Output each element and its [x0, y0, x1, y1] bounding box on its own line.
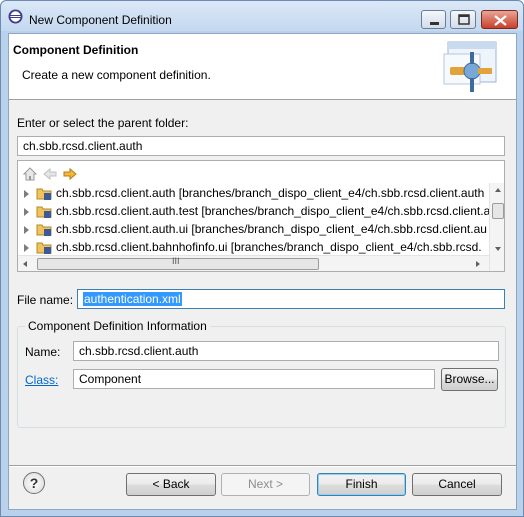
dialog-window: New Component Definition Component Defin…	[0, 0, 524, 517]
class-input[interactable]: Component	[73, 369, 435, 389]
minimize-icon	[430, 22, 439, 25]
title-bar[interactable]: New Component Definition	[1, 1, 523, 31]
expand-arrow-icon[interactable]	[24, 190, 29, 198]
forward-arrow-icon[interactable]	[62, 166, 78, 182]
page-title: Component Definition	[13, 43, 139, 57]
vertical-scroll-thumb[interactable]	[492, 203, 504, 219]
back-arrow-icon[interactable]	[42, 166, 58, 182]
project-folder-icon	[36, 188, 52, 200]
vertical-scrollbar[interactable]	[489, 183, 504, 271]
browse-button[interactable]: Browse...	[441, 368, 498, 391]
maximize-button[interactable]	[450, 10, 476, 29]
parent-folder-label: Enter or select the parent folder:	[17, 116, 189, 130]
tree-item[interactable]: ch.sbb.rcsd.client.auth.test [branches/b…	[24, 203, 490, 220]
scroll-up-icon[interactable]	[495, 188, 501, 192]
tree-item[interactable]: ch.sbb.rcsd.client.auth.ui [branches/bra…	[24, 221, 490, 238]
parent-folder-input[interactable]: ch.sbb.rcsd.client.auth	[17, 136, 505, 156]
help-icon[interactable]: ?	[23, 472, 45, 494]
project-folder-icon	[36, 206, 52, 218]
project-folder-icon	[36, 224, 52, 236]
component-info-group: Component Definition Information Name: c…	[17, 319, 506, 428]
button-bar-separator	[9, 465, 516, 467]
dialog-body: Component Definition Create a new compon…	[8, 33, 517, 510]
horizontal-scrollbar[interactable]: III	[18, 255, 489, 271]
close-button[interactable]	[481, 10, 518, 29]
eclipse-icon	[8, 9, 23, 24]
expand-arrow-icon[interactable]	[24, 244, 29, 252]
close-icon	[494, 15, 507, 26]
back-button[interactable]: < Back	[126, 473, 216, 496]
file-name-input[interactable]: authentication.xml	[77, 289, 505, 309]
project-folder-icon	[36, 242, 52, 254]
plugin-wizard-icon	[443, 41, 497, 92]
name-input[interactable]: ch.sbb.rcsd.client.auth	[73, 341, 499, 361]
expand-arrow-icon[interactable]	[24, 208, 29, 216]
scroll-grip-icon: III	[172, 256, 180, 266]
tree-item-label: ch.sbb.rcsd.client.bahnhofinfo.ui [branc…	[56, 240, 482, 254]
home-icon[interactable]	[22, 166, 38, 182]
group-title: Component Definition Information	[25, 319, 210, 333]
tree-item-label: ch.sbb.rcsd.client.auth.test [branches/b…	[56, 204, 490, 218]
scroll-right-icon[interactable]	[476, 261, 480, 267]
file-name-label: File name:	[17, 293, 74, 307]
name-label: Name:	[25, 345, 61, 359]
file-name-value: authentication.xml	[83, 292, 182, 306]
folder-tree[interactable]: ch.sbb.rcsd.client.auth [branches/branch…	[17, 160, 505, 272]
tree-item[interactable]: ch.sbb.rcsd.client.auth [branches/branch…	[24, 185, 490, 202]
maximize-icon	[458, 14, 470, 25]
window-title: New Component Definition	[29, 13, 172, 27]
tree-item[interactable]: ch.sbb.rcsd.client.bahnhofinfo.ui [branc…	[24, 239, 490, 255]
tree-item-label: ch.sbb.rcsd.client.auth.ui [branches/bra…	[56, 222, 487, 236]
class-link[interactable]: Class:	[25, 373, 58, 387]
cancel-button[interactable]: Cancel	[412, 473, 502, 496]
minimize-button[interactable]	[421, 10, 446, 29]
header-banner: Component Definition Create a new compon…	[9, 34, 516, 100]
next-button[interactable]: Next >	[221, 473, 310, 496]
tree-item-label: ch.sbb.rcsd.client.auth [branches/branch…	[56, 186, 485, 200]
expand-arrow-icon[interactable]	[24, 226, 29, 234]
page-description: Create a new component definition.	[22, 68, 211, 82]
scroll-down-icon[interactable]	[495, 247, 501, 251]
scroll-left-icon[interactable]	[23, 261, 27, 267]
horizontal-scroll-thumb[interactable]: III	[37, 256, 319, 270]
finish-button[interactable]: Finish	[317, 473, 406, 496]
